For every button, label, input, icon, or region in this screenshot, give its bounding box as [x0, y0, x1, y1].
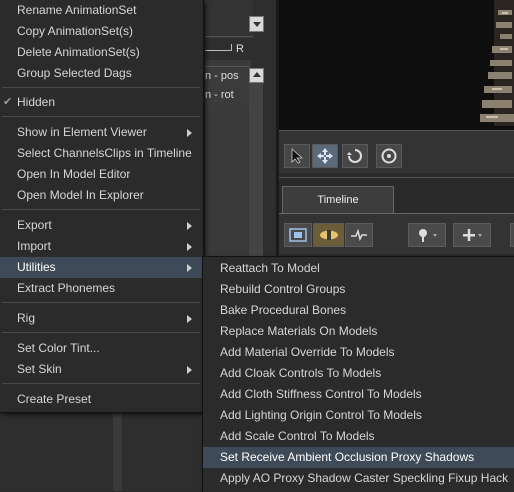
- menu-separator: [2, 302, 200, 303]
- value-slider[interactable]: [205, 50, 232, 51]
- submenu-item-add-scale-control[interactable]: Add Scale Control To Models: [203, 426, 514, 447]
- slider-handle[interactable]: [231, 44, 232, 51]
- arrow-cursor-icon: [291, 148, 304, 164]
- more-tools-button[interactable]: [510, 223, 514, 247]
- menu-item-copy-animationset[interactable]: Copy AnimationSet(s): [0, 21, 203, 42]
- move-arrows-icon: [317, 148, 333, 164]
- motion-editor-button[interactable]: [313, 223, 344, 247]
- submenu-arrow-icon: [187, 315, 192, 323]
- submenu-arrow-icon: [187, 366, 192, 374]
- rotate-icon: [347, 149, 362, 163]
- menu-item-label: Utilities: [17, 260, 56, 274]
- graph-curve-icon: [351, 229, 367, 241]
- menu-item-set-color-tint[interactable]: Set Color Tint...: [0, 338, 203, 359]
- submenu-item-add-cloth-stiffness[interactable]: Add Cloth Stiffness Control To Models: [203, 384, 514, 405]
- panel-scrollbar[interactable]: [113, 410, 122, 491]
- menu-separator: [2, 332, 200, 333]
- graph-editor-button[interactable]: [345, 223, 373, 247]
- menu-item-open-model-in-explorer[interactable]: Open Model In Explorer: [0, 185, 203, 206]
- menu-separator: [2, 116, 200, 117]
- 3d-viewport[interactable]: [279, 0, 514, 131]
- menu-item-extract-phonemes[interactable]: Extract Phonemes: [0, 278, 203, 299]
- submenu-arrow-icon: [187, 129, 192, 137]
- menu-item-export[interactable]: Export: [0, 215, 203, 236]
- submenu-item-reattach-to-model[interactable]: Reattach To Model: [203, 258, 514, 279]
- submenu-item-replace-materials[interactable]: Replace Materials On Models: [203, 321, 514, 342]
- plus-icon: [463, 229, 482, 241]
- menu-item-show-in-element-viewer[interactable]: Show in Element Viewer: [0, 122, 203, 143]
- channel-field[interactable]: [205, 0, 253, 37]
- scene-building-model: [480, 0, 514, 126]
- submenu-item-add-cloak-controls[interactable]: Add Cloak Controls To Models: [203, 363, 514, 384]
- menu-separator: [2, 87, 200, 88]
- menu-item-label: Hidden: [17, 95, 56, 109]
- menu-item-group-selected-dags[interactable]: Group Selected Dags: [0, 63, 203, 84]
- context-menu: Rename AnimationSet Copy AnimationSet(s)…: [0, 0, 204, 413]
- checkmark-icon: ✔: [3, 96, 13, 108]
- list-item[interactable]: n - pos: [205, 67, 249, 86]
- clip-editor-button[interactable]: [284, 223, 312, 247]
- submenu-item-rebuild-control-groups[interactable]: Rebuild Control Groups: [203, 279, 514, 300]
- bookmark-dropdown-button[interactable]: [408, 223, 446, 247]
- submenu-item-add-lighting-origin[interactable]: Add Lighting Origin Control To Models: [203, 405, 514, 426]
- submenu-item-bake-procedural-bones[interactable]: Bake Procedural Bones: [203, 300, 514, 321]
- menu-item-rename-animationset[interactable]: Rename AnimationSet: [0, 0, 203, 21]
- list-scrollbar[interactable]: [249, 83, 263, 263]
- utilities-submenu: Reattach To Model Rebuild Control Groups…: [202, 256, 514, 492]
- menu-item-open-in-model-editor[interactable]: Open In Model Editor: [0, 164, 203, 185]
- slider-label: R: [236, 43, 244, 55]
- select-tool-button[interactable]: [284, 144, 310, 168]
- submenu-item-add-material-override[interactable]: Add Material Override To Models: [203, 342, 514, 363]
- submenu-arrow-icon: [187, 264, 192, 272]
- add-dropdown-button[interactable]: [453, 223, 491, 247]
- menu-item-label: Import: [17, 239, 52, 253]
- menu-item-hidden[interactable]: ✔ Hidden: [0, 92, 203, 113]
- dropdown-arrow-icon[interactable]: [249, 16, 264, 32]
- channel-list: n - pos n - rot: [205, 66, 249, 107]
- menu-item-label: Show in Element Viewer: [17, 125, 147, 139]
- menu-separator: [2, 383, 200, 384]
- submenu-arrow-icon: [187, 243, 192, 251]
- tab-timeline[interactable]: Timeline: [282, 186, 394, 213]
- menu-item-delete-animationset[interactable]: Delete AnimationSet(s): [0, 42, 203, 63]
- menu-item-import[interactable]: Import: [0, 236, 203, 257]
- menu-item-select-channels-clips[interactable]: Select ChannelsClips in Timeline: [0, 143, 203, 164]
- menu-item-create-preset[interactable]: Create Preset: [0, 389, 203, 410]
- motion-icon: [319, 230, 338, 240]
- target-icon: [381, 148, 397, 164]
- rotate-tool-button[interactable]: [342, 144, 368, 168]
- orbit-tool-button[interactable]: [376, 144, 402, 168]
- submenu-arrow-icon: [187, 222, 192, 230]
- menu-item-label: Set Skin: [17, 362, 62, 376]
- menu-item-rig[interactable]: Rig: [0, 308, 203, 329]
- pin-icon: [419, 229, 437, 242]
- menu-item-utilities[interactable]: Utilities: [0, 257, 203, 278]
- menu-item-label: Rig: [17, 311, 36, 325]
- menu-separator: [2, 209, 200, 210]
- move-tool-button[interactable]: [312, 144, 338, 168]
- menu-item-label: Export: [17, 218, 52, 232]
- submenu-item-set-receive-ao-proxy-shadows[interactable]: Set Receive Ambient Occlusion Proxy Shad…: [203, 447, 514, 468]
- film-strip-icon: [289, 228, 307, 242]
- list-item[interactable]: n - rot: [205, 86, 249, 105]
- scroll-up-icon[interactable]: [249, 68, 264, 83]
- submenu-item-apply-ao-speckling-fixup[interactable]: Apply AO Proxy Shadow Caster Speckling F…: [203, 468, 514, 489]
- menu-item-set-skin[interactable]: Set Skin: [0, 359, 203, 380]
